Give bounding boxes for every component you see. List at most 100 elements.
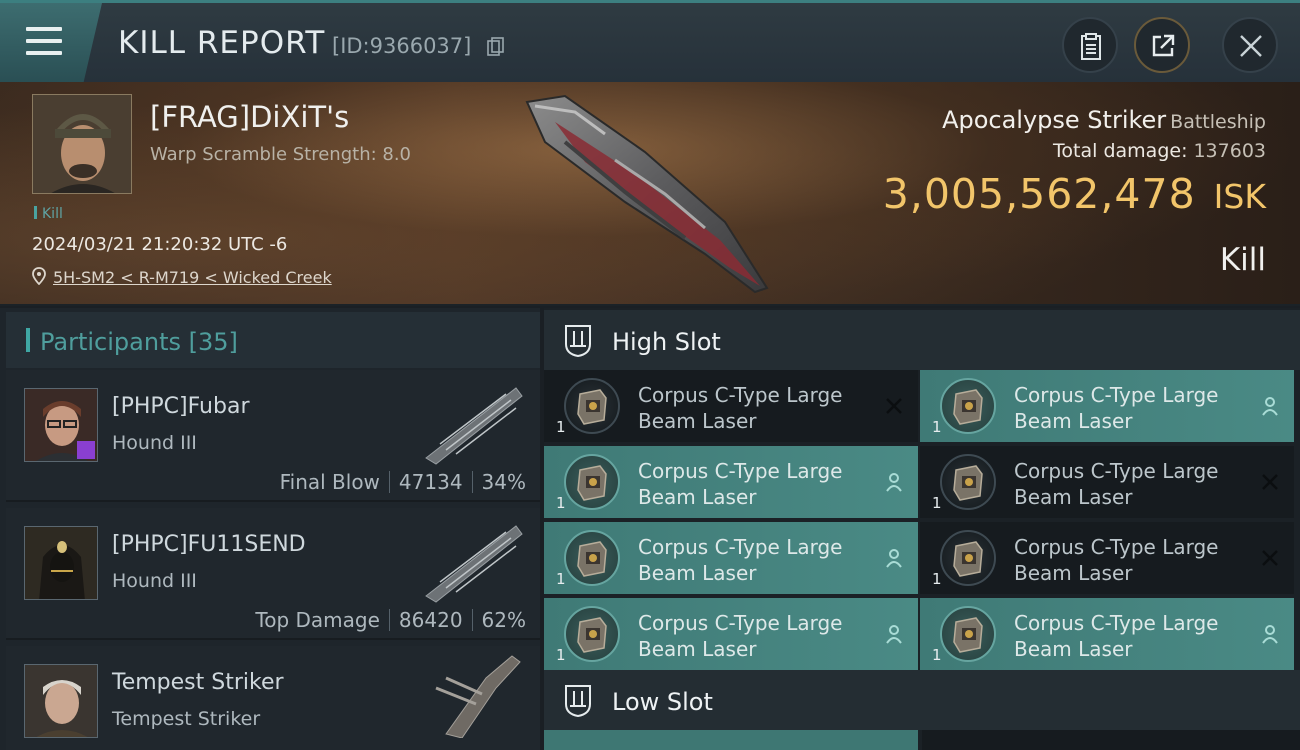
module-name: Corpus C-Type Large Beam Laser xyxy=(638,383,843,433)
victim-avatar[interactable] xyxy=(32,94,132,194)
high-slot-label: High Slot xyxy=(612,328,721,356)
share-button[interactable] xyxy=(1134,17,1190,73)
destroyed-x-icon xyxy=(1262,550,1278,566)
module-name: Corpus C-Type Large Beam Laser xyxy=(638,535,843,585)
kill-tag: Kill xyxy=(34,206,63,222)
participant-avatar xyxy=(24,388,98,462)
module-name: Corpus C-Type Large Beam Laser xyxy=(638,459,843,509)
kill-banner: [FRAG]DiXiT's Warp Scramble Strength: 8.… xyxy=(0,82,1300,306)
participant-stats: Top Damage 86420 62% xyxy=(255,608,526,632)
participant-percent: 62% xyxy=(481,608,526,632)
victim-ship-name[interactable]: Apocalypse Striker xyxy=(942,106,1166,134)
participants-title: Participants [35] xyxy=(40,328,238,356)
clipboard-icon xyxy=(1081,33,1101,60)
menu-button[interactable] xyxy=(0,3,102,82)
copy-icon[interactable] xyxy=(487,37,505,57)
module-item[interactable]: 1 Corpus C-Type Large Beam Laser xyxy=(920,522,1294,594)
module-item[interactable]: 1 Corpus C-Type Large Beam Laser xyxy=(920,598,1294,670)
participant-ship: Hound III xyxy=(112,570,197,592)
participant-percent: 34% xyxy=(481,470,526,494)
location-link[interactable]: 5H-SM2 < R-M719 < Wicked Creek xyxy=(53,268,332,287)
participant-card[interactable]: [PHPC]Fubar Hound III Final Blow 47134 34% xyxy=(6,370,540,502)
high-slot-icon xyxy=(565,325,591,358)
module-item[interactable]: 1 Corpus C-Type Large Beam Laser xyxy=(920,370,1294,442)
result-label: Kill xyxy=(1219,242,1266,278)
menu-icon xyxy=(26,27,62,63)
low-slot-label: Low Slot xyxy=(612,688,713,716)
participant-role: Top Damage xyxy=(255,608,380,632)
module-icon xyxy=(564,378,620,434)
participants-header[interactable]: Participants [35] xyxy=(6,312,540,368)
participant-name[interactable]: [PHPC]Fubar xyxy=(112,394,250,419)
high-slot-header[interactable]: High Slot xyxy=(544,310,1300,370)
participant-damage: 47134 xyxy=(398,470,463,494)
isk-unit: ISK xyxy=(1213,177,1266,216)
module-item[interactable] xyxy=(922,730,1300,750)
low-slot-header[interactable]: Low Slot xyxy=(544,670,1300,730)
close-icon xyxy=(1240,35,1262,57)
participant-card[interactable]: [PHPC]FU11SEND Hound III Top Damage 86420… xyxy=(6,508,540,640)
destroyed-x-icon xyxy=(886,398,902,414)
participant-avatar xyxy=(24,664,98,738)
participant-ship-image xyxy=(425,525,523,603)
victim-ship-line: Apocalypse Striker Battleship xyxy=(942,106,1266,134)
victim-ship-class: Battleship xyxy=(1170,111,1266,133)
dropped-person-icon xyxy=(1262,625,1278,644)
participant-ship-image xyxy=(435,655,521,738)
module-name: Corpus C-Type Large Beam Laser xyxy=(1014,611,1219,661)
module-icon xyxy=(940,454,996,510)
module-name: Corpus C-Type Large Beam Laser xyxy=(638,611,843,661)
participant-stats: Final Blow 47134 34% xyxy=(280,470,526,494)
isk-amount: 3,005,562,478 xyxy=(882,170,1196,218)
module-item[interactable] xyxy=(544,730,918,750)
total-damage-value: 137603 xyxy=(1193,140,1266,162)
participant-card[interactable]: Tempest Striker Tempest Striker xyxy=(6,646,540,750)
page-title: KILL REPORT xyxy=(118,25,326,61)
corp-badge xyxy=(77,441,95,459)
location-pin-icon xyxy=(32,267,46,285)
module-name: Corpus C-Type Large Beam Laser xyxy=(1014,383,1219,433)
module-icon xyxy=(564,606,620,662)
dropped-person-icon xyxy=(886,549,902,568)
module-item[interactable]: 1 Corpus C-Type Large Beam Laser xyxy=(544,370,918,442)
participant-avatar xyxy=(24,526,98,600)
participants-panel: Participants [35] [PHPC]Fubar Hound III … xyxy=(0,308,540,750)
total-damage-label: Total damage: xyxy=(1053,140,1188,162)
module-item[interactable]: 1 Corpus C-Type Large Beam Laser xyxy=(544,522,918,594)
participant-ship-image xyxy=(425,387,523,465)
module-name: Corpus C-Type Large Beam Laser xyxy=(1014,535,1219,585)
total-damage: Total damage: 137603 xyxy=(1053,140,1266,162)
participant-role: Final Blow xyxy=(279,470,380,494)
dropped-person-icon xyxy=(886,625,902,644)
destroyed-x-icon xyxy=(1262,474,1278,490)
module-name: Corpus C-Type Large Beam Laser xyxy=(1014,459,1219,509)
share-icon xyxy=(1152,34,1175,57)
dropped-person-icon xyxy=(1262,397,1278,416)
module-icon xyxy=(940,378,996,434)
module-icon xyxy=(564,530,620,586)
close-button[interactable] xyxy=(1222,17,1278,73)
ship-image xyxy=(525,94,769,294)
participant-name[interactable]: Tempest Striker xyxy=(112,670,284,695)
isk-value: 3,005,562,478 ISK xyxy=(883,170,1266,218)
participant-ship: Hound III xyxy=(112,432,197,454)
module-icon xyxy=(940,606,996,662)
module-item[interactable]: 1 Corpus C-Type Large Beam Laser xyxy=(544,446,918,518)
victim-subtitle: Warp Scramble Strength: 8.0 xyxy=(150,144,412,165)
module-item[interactable]: 1 Corpus C-Type Large Beam Laser xyxy=(920,446,1294,518)
low-slot-icon xyxy=(565,685,591,718)
module-icon xyxy=(940,530,996,586)
module-icon xyxy=(564,454,620,510)
dropped-person-icon xyxy=(886,473,902,492)
fitting-panel: High Slot 1 Corpus C-Type Large Beam Las… xyxy=(544,308,1300,750)
participant-ship: Tempest Striker xyxy=(112,708,261,730)
report-id: [ID:9366037] xyxy=(332,34,472,58)
participant-name[interactable]: [PHPC]FU11SEND xyxy=(112,532,306,557)
module-item[interactable]: 1 Corpus C-Type Large Beam Laser xyxy=(544,598,918,670)
clipboard-button[interactable] xyxy=(1062,17,1118,73)
kill-datetime: 2024/03/21 21:20:32 UTC -6 xyxy=(32,234,288,255)
low-slot-modules xyxy=(544,730,1300,750)
header-bar: KILL REPORT [ID:9366037] xyxy=(0,0,1300,82)
participant-damage: 86420 xyxy=(398,608,463,632)
victim-name[interactable]: [FRAG]DiXiT's xyxy=(150,100,349,134)
